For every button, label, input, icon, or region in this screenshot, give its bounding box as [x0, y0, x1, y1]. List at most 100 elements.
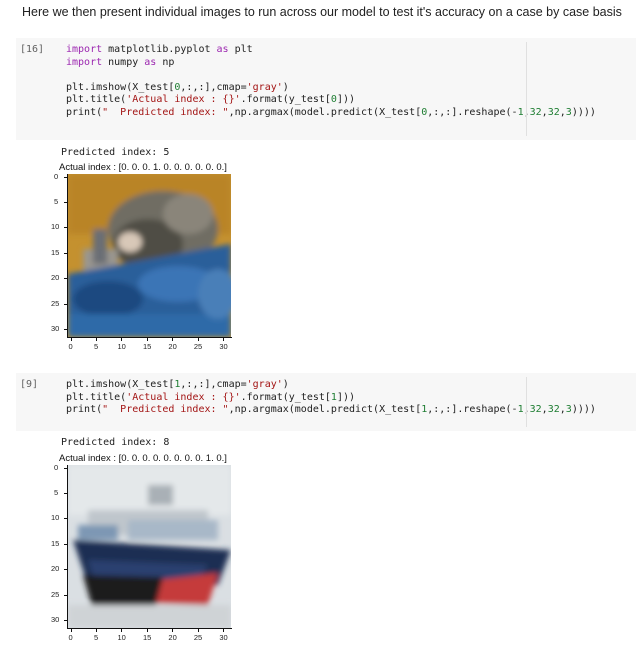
code-token: plt.imshow(X_test[	[66, 379, 175, 390]
y-tick-mark	[64, 252, 67, 254]
code-token: ,:,:],cmap=	[180, 81, 247, 93]
code-token: ,:,:].reshape(-	[427, 106, 518, 118]
code-token: plt.title(	[66, 391, 127, 403]
y-tick-mark	[64, 620, 67, 622]
code-token: ,:,:].reshape(-	[427, 404, 518, 415]
code-token: 'gray'	[246, 81, 283, 93]
code-token: 32	[547, 404, 560, 415]
y-tick-mark	[64, 467, 67, 469]
x-tick-mark	[121, 629, 123, 632]
code-token: ))))	[571, 404, 596, 415]
code-editor[interactable]: import matplotlib.pyplot as plt import nu…	[66, 44, 596, 119]
code-token: 32	[529, 106, 542, 118]
code-token: .format(y_test[	[240, 391, 331, 403]
x-tick-label: 20	[168, 342, 177, 351]
x-tick-mark	[172, 629, 174, 632]
x-tick-mark	[96, 338, 98, 341]
x-tick-label: 5	[94, 342, 99, 351]
plot-title: Actual index : [0. 0. 0. 0. 0. 0. 0. 0. …	[59, 453, 227, 464]
y-tick-mark	[64, 278, 67, 280]
y-tick-label: 30	[51, 615, 60, 625]
y-tick-mark	[64, 227, 67, 229]
y-tick-label: 20	[51, 273, 60, 283]
y-tick-label: 15	[51, 538, 60, 548]
code-token: import	[66, 44, 103, 55]
y-tick-mark	[64, 303, 67, 305]
cell-prompt: [16]	[20, 44, 45, 55]
code-line: print(" Predicted index: ",np.argmax(mod…	[66, 107, 596, 120]
code-line: plt.imshow(X_test[0,:,:],cmap='gray')	[66, 82, 596, 95]
code-token: matplotlib.pyplot	[102, 44, 217, 55]
x-tick-label: 0	[68, 633, 73, 642]
y-tick-mark	[64, 569, 67, 571]
code-editor[interactable]: plt.imshow(X_test[1,:,:],cmap='gray') plt…	[66, 379, 596, 417]
code-token: )	[282, 81, 289, 93]
code-token: " Predicted index: "	[102, 404, 229, 415]
x-tick-mark	[223, 338, 225, 341]
y-axis	[67, 465, 68, 629]
code-cell-1[interactable]: [16] import matplotlib.pyplot as plt impo…	[16, 38, 636, 140]
y-tick-mark	[64, 202, 67, 204]
y-tick-mark	[64, 493, 67, 495]
code-token: ,np.argmax(model.predict(X_test[	[228, 106, 422, 118]
code-token: plt.title(	[66, 94, 127, 105]
y-tick-mark	[64, 594, 67, 596]
x-tick-mark	[96, 629, 98, 632]
code-line: import matplotlib.pyplot as plt	[66, 44, 596, 57]
code-line: import numpy as np	[66, 57, 596, 70]
code-line: print(" Predicted index: ",np.argmax(mod…	[66, 404, 596, 417]
code-cell-2[interactable]: [9] plt.imshow(X_test[1,:,:],cmap='gray'…	[16, 373, 636, 431]
y-tick-mark	[64, 176, 67, 178]
code-token: 'Actual index : {}'	[126, 391, 241, 403]
image-plot-cat	[68, 174, 238, 337]
code-token: ,:,:],cmap=	[180, 379, 247, 390]
x-axis	[67, 337, 232, 338]
x-tick-label: 25	[193, 342, 203, 351]
y-tick-label: 10	[51, 222, 60, 232]
x-tick-mark	[70, 629, 72, 632]
code-line: plt.imshow(X_test[1,:,:],cmap='gray')	[66, 379, 596, 392]
code-token: as	[216, 44, 229, 55]
image-plot-ship	[68, 465, 231, 628]
x-tick-label: 0	[68, 342, 73, 351]
plot-title: Actual index : [0. 0. 0. 1. 0. 0. 0. 0. …	[59, 162, 227, 173]
y-tick-label: 25	[51, 589, 60, 599]
code-token: numpy	[102, 56, 145, 68]
code-token: plt	[228, 44, 253, 55]
code-line: plt.title('Actual index : {}'.format(y_t…	[66, 392, 596, 405]
y-tick-mark	[64, 329, 67, 331]
code-token: ]))	[336, 391, 356, 403]
x-tick-label: 20	[168, 633, 177, 642]
output-text: Predicted index: 5	[61, 147, 170, 158]
cat-image	[68, 174, 238, 337]
code-line: plt.title('Actual index : {}'.format(y_t…	[66, 94, 596, 107]
x-tick-label: 10	[117, 633, 126, 642]
code-token: 'Actual index : {}'	[126, 94, 241, 105]
code-token: ))))	[571, 106, 596, 118]
x-tick-mark	[197, 338, 199, 341]
code-token: import	[66, 56, 103, 68]
code-token: 32	[529, 404, 542, 415]
code-token: print(	[66, 106, 103, 118]
x-axis	[67, 628, 232, 629]
code-token: print(	[66, 404, 103, 415]
y-tick-label: 5	[54, 197, 59, 207]
code-token: plt.imshow(X_test[	[66, 81, 175, 93]
y-tick-label: 5	[54, 488, 59, 498]
code-token: ,np.argmax(model.predict(X_test[	[228, 404, 422, 415]
x-tick-mark	[223, 629, 225, 632]
output-text: Predicted index: 8	[61, 437, 170, 448]
cell-prompt: [9]	[20, 379, 39, 390]
markdown-text: Here we then present individual images t…	[22, 5, 622, 19]
code-token: " Predicted index: "	[102, 106, 229, 118]
y-tick-label: 20	[51, 564, 60, 574]
y-tick-label: 0	[54, 171, 59, 181]
x-tick-mark	[146, 629, 148, 632]
x-tick-label: 30	[219, 633, 228, 642]
ship-image	[68, 465, 231, 628]
x-tick-mark	[70, 338, 72, 341]
code-token: .format(y_test[	[240, 94, 331, 105]
y-tick-label: 15	[51, 247, 60, 257]
code-token: as	[144, 56, 157, 68]
